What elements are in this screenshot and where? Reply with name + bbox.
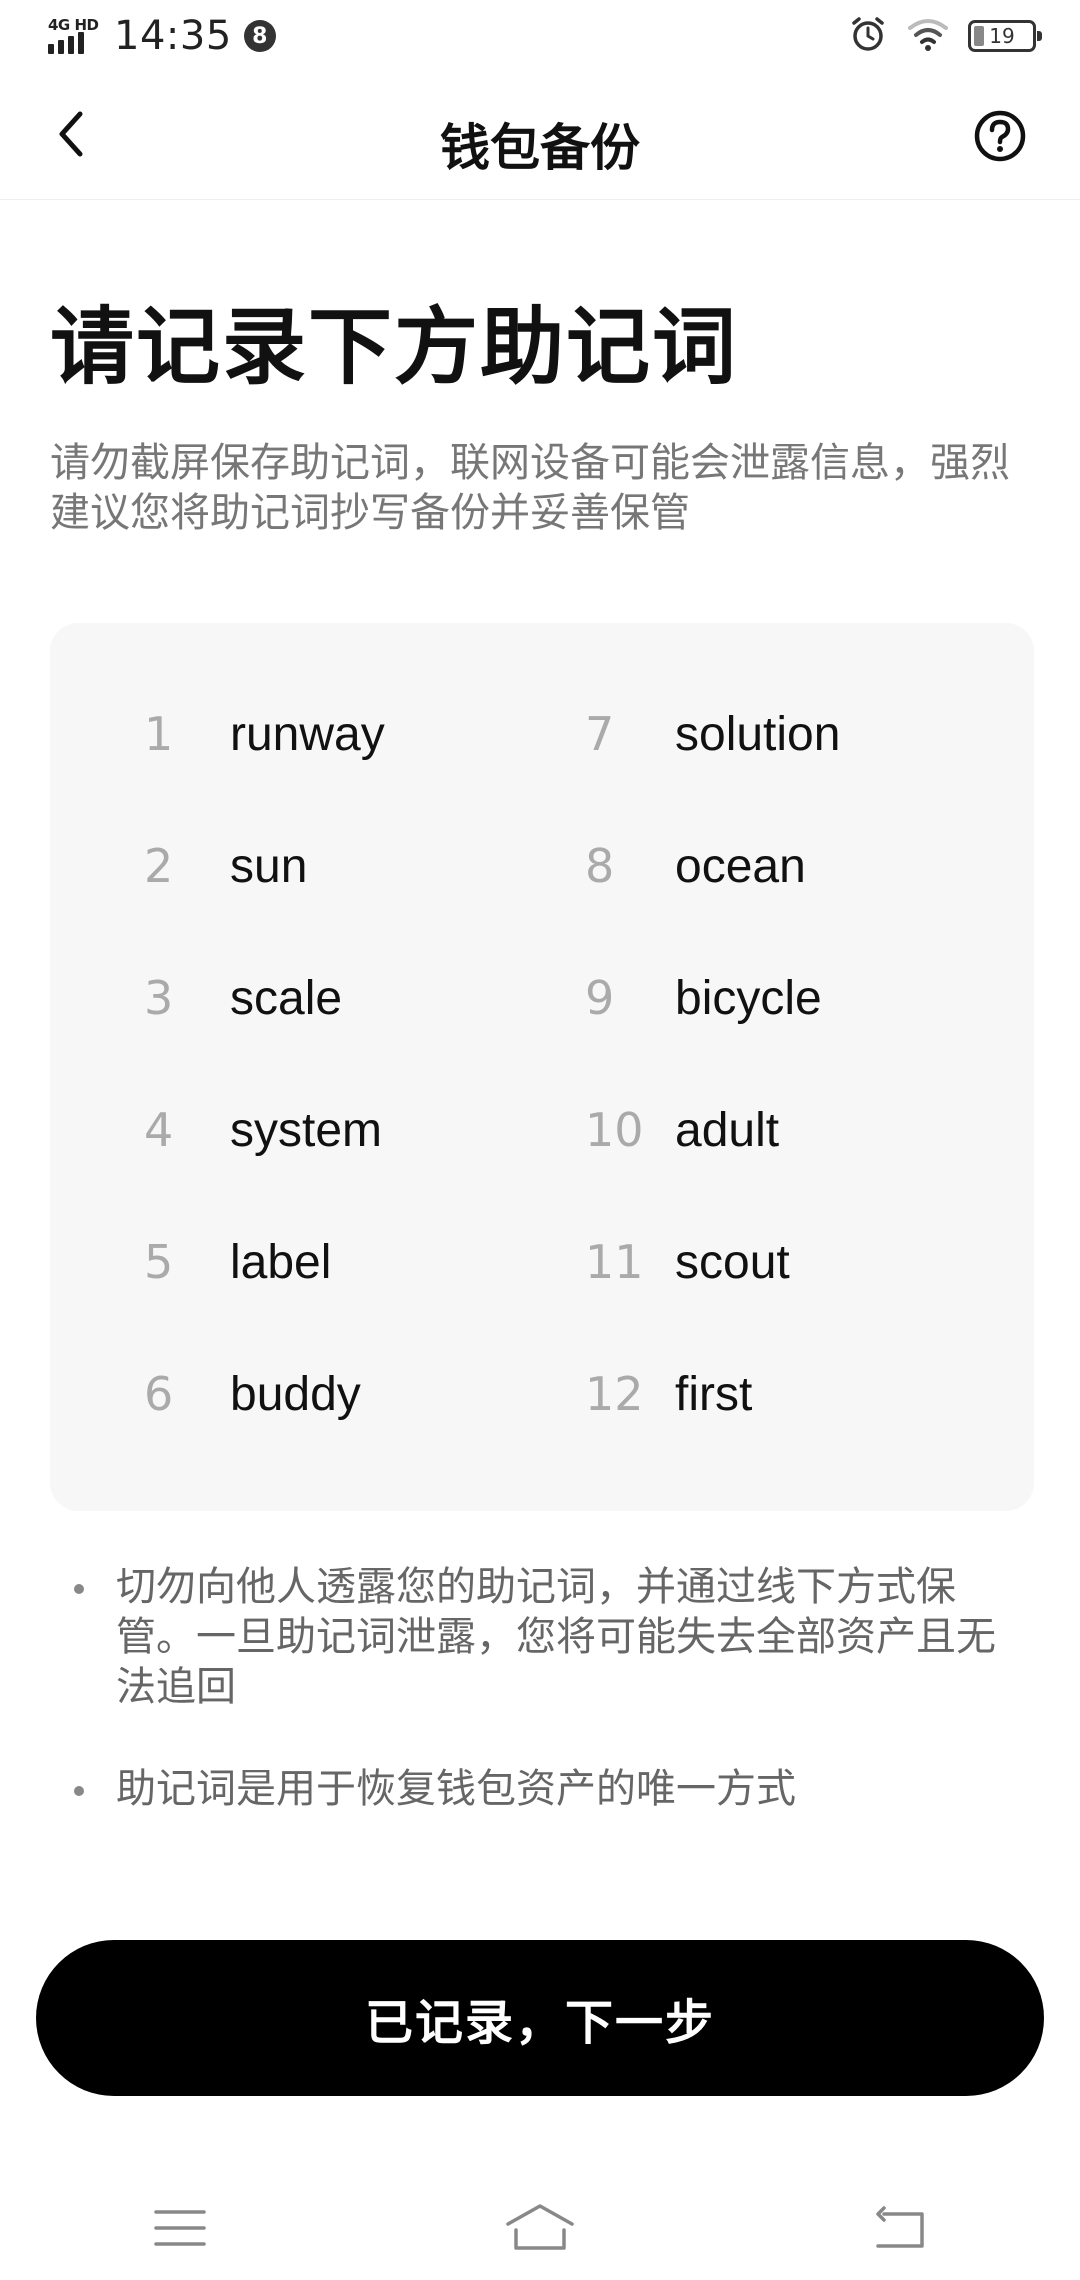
back-icon (872, 2204, 928, 2256)
recorded-next-button[interactable]: 已记录，下一步 (36, 1940, 1044, 2096)
word-text: buddy (230, 1367, 361, 1421)
notification-badge: 8 (243, 20, 276, 52)
mnemonic-card: 1 runway 2 sun 3 scale 4 system 5 label … (50, 623, 1034, 1511)
word-index: 10 (585, 1103, 644, 1157)
warning-description: 请勿截屏保存助记词，联网设备可能会泄露信息，强烈建议您将助记词抄写备份并妥善保管 (50, 440, 1010, 536)
battery-icon: 19 (968, 20, 1042, 52)
word-index: 2 (144, 839, 174, 893)
word-index: 5 (144, 1235, 174, 1289)
status-right: 19 (848, 14, 1042, 58)
status-left: 4G HD 14:35 8 (46, 13, 276, 59)
security-tips: 切勿向他人透露您的助记词，并通过线下方式保管。一旦助记词泄露，您将可能失去全部资… (70, 1562, 1020, 1866)
mnemonic-word: 4 system (140, 1064, 385, 1196)
wifi-icon (906, 16, 950, 56)
status-time: 14:35 (114, 13, 232, 59)
word-text: scale (230, 971, 343, 1025)
home-icon (504, 2202, 576, 2258)
word-index: 9 (585, 971, 615, 1025)
mnemonic-column-left: 1 runway 2 sun 3 scale 4 system 5 label … (140, 668, 385, 1460)
tip-item: 助记词是用于恢复钱包资产的唯一方式 (70, 1764, 1020, 1814)
menu-icon (152, 2206, 208, 2254)
mnemonic-word: 9 bicycle (585, 932, 840, 1064)
word-text: sun (230, 839, 308, 893)
word-index: 12 (585, 1367, 644, 1421)
system-nav-bar (0, 2180, 1080, 2280)
main-heading: 请记录下方助记词 (50, 298, 739, 396)
word-index: 6 (144, 1367, 174, 1421)
word-index: 3 (144, 971, 174, 1025)
mnemonic-column-right: 7 solution 8 ocean 9 bicycle 10 adult 11… (585, 668, 840, 1460)
word-text: runway (230, 707, 385, 761)
mnemonic-word: 6 buddy (140, 1328, 385, 1460)
word-text: first (675, 1367, 753, 1421)
status-bar: 4G HD 14:35 8 19 (0, 0, 1080, 72)
word-index: 7 (585, 707, 615, 761)
word-text: bicycle (675, 971, 822, 1025)
alarm-icon (848, 14, 888, 58)
mnemonic-word: 10 adult (585, 1064, 840, 1196)
word-index: 11 (585, 1235, 644, 1289)
tip-item: 切勿向他人透露您的助记词，并通过线下方式保管。一旦助记词泄露，您将可能失去全部资… (70, 1562, 1020, 1712)
wallet-backup-screen: 4G HD 14:35 8 19 钱包备份 请记录下方助记词 请勿截屏保存助记词… (0, 0, 1080, 2280)
mnemonic-word: 1 runway (140, 668, 385, 800)
page-title: 钱包备份 (440, 119, 640, 177)
app-header: 钱包备份 (0, 72, 1080, 200)
word-index: 1 (144, 707, 174, 761)
signal-icon: 4G HD (46, 14, 102, 58)
word-text: solution (675, 707, 841, 761)
word-index: 8 (585, 839, 615, 893)
word-text: adult (675, 1103, 780, 1157)
question-circle-icon (972, 110, 1028, 168)
nav-home-button[interactable] (490, 2190, 590, 2270)
nav-back-button[interactable] (850, 2190, 950, 2270)
word-text: label (230, 1235, 332, 1289)
mnemonic-word: 11 scout (585, 1196, 840, 1328)
battery-level: 19 (989, 24, 1015, 48)
word-text: ocean (675, 839, 806, 893)
word-index: 4 (144, 1103, 174, 1157)
mnemonic-word: 8 ocean (585, 800, 840, 932)
mnemonic-word: 7 solution (585, 668, 840, 800)
mnemonic-word: 2 sun (140, 800, 385, 932)
nav-menu-button[interactable] (130, 2190, 230, 2270)
help-button[interactable] (972, 108, 1028, 164)
word-text: scout (675, 1235, 790, 1289)
mnemonic-word: 3 scale (140, 932, 385, 1064)
mnemonic-word: 12 first (585, 1328, 840, 1460)
word-text: system (230, 1103, 383, 1157)
mnemonic-word: 5 label (140, 1196, 385, 1328)
